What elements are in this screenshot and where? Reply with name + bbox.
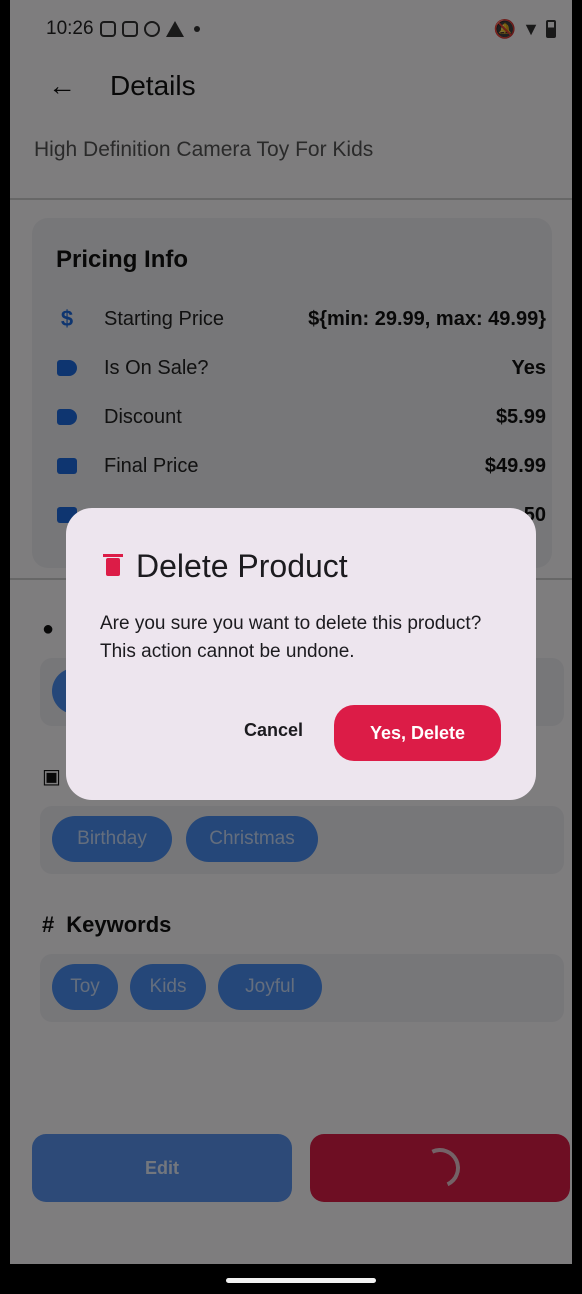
dialog-title: Delete Product <box>136 548 348 584</box>
delete-dialog: Delete Product Are you sure you want to … <box>66 508 536 800</box>
dialog-message: Are you sure you want to delete this pro… <box>100 613 482 662</box>
app-screen: 10:26 🔕 ▼ ← Details High Definition Came… <box>10 0 572 1264</box>
trash-icon <box>103 553 123 576</box>
confirm-delete-button[interactable]: Yes, Delete <box>334 705 501 761</box>
cancel-button[interactable]: Cancel <box>244 720 303 741</box>
home-indicator[interactable] <box>226 1278 376 1283</box>
